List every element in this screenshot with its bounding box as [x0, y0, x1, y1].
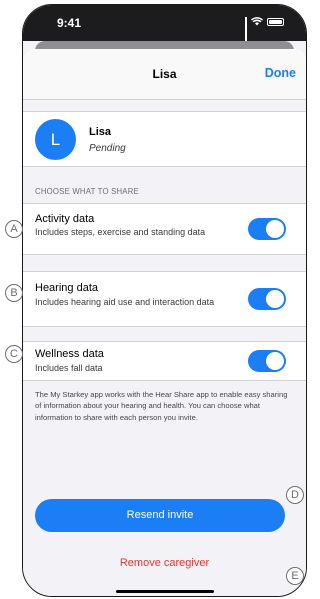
wifi-icon	[251, 17, 263, 26]
screen: 9:41 Lisa Done L Lisa Pending CHOOSE WHA…	[22, 4, 307, 597]
toggle-knob	[266, 290, 284, 308]
marker-a: A	[5, 220, 23, 238]
share-row-activity: Activity data Includes steps, exercise a…	[23, 203, 306, 255]
marker-e: E	[286, 567, 304, 585]
section-header: CHOOSE WHAT TO SHARE	[35, 187, 139, 196]
battery-icon	[267, 17, 284, 26]
toggle-knob	[266, 220, 284, 238]
cellular-icon	[245, 17, 247, 41]
row-description: Includes steps, exercise and standing da…	[35, 227, 206, 237]
row-title: Wellness data	[35, 348, 104, 360]
status-time: 9:41	[57, 16, 82, 30]
contact-status: Pending	[89, 143, 126, 154]
toggle-knob	[266, 352, 284, 370]
sharing-info-text: The My Starkey app works with the Hear S…	[35, 390, 288, 422]
hearing-toggle[interactable]	[248, 288, 286, 310]
row-description: Includes hearing aid use and interaction…	[35, 297, 215, 307]
contact-card: L Lisa Pending	[23, 111, 306, 167]
home-indicator	[116, 590, 214, 593]
page-title: Lisa	[152, 67, 177, 81]
nav-bar: Lisa Done	[23, 49, 306, 100]
row-title: Activity data	[35, 213, 95, 225]
row-title: Hearing data	[35, 282, 98, 294]
share-row-hearing: Hearing data Includes hearing aid use an…	[23, 271, 306, 327]
marker-d: D	[286, 486, 304, 504]
wellness-toggle[interactable]	[248, 350, 286, 372]
status-icons	[245, 17, 284, 41]
marker-c: C	[5, 345, 23, 363]
contact-name: Lisa	[89, 126, 112, 138]
marker-b: B	[5, 284, 23, 302]
row-description: Includes fall data	[35, 363, 103, 373]
phone-frame: 9:41 Lisa Done L Lisa Pending CHOOSE WHA…	[22, 4, 309, 599]
done-button[interactable]: Done	[265, 66, 296, 80]
avatar: L	[35, 119, 76, 160]
activity-toggle[interactable]	[248, 218, 286, 240]
resend-invite-button[interactable]: Resend invite	[35, 499, 285, 532]
share-row-wellness: Wellness data Includes fall data	[23, 341, 306, 381]
status-bar: 9:41	[23, 5, 306, 41]
remove-caregiver-button[interactable]: Remove caregiver	[23, 557, 306, 569]
